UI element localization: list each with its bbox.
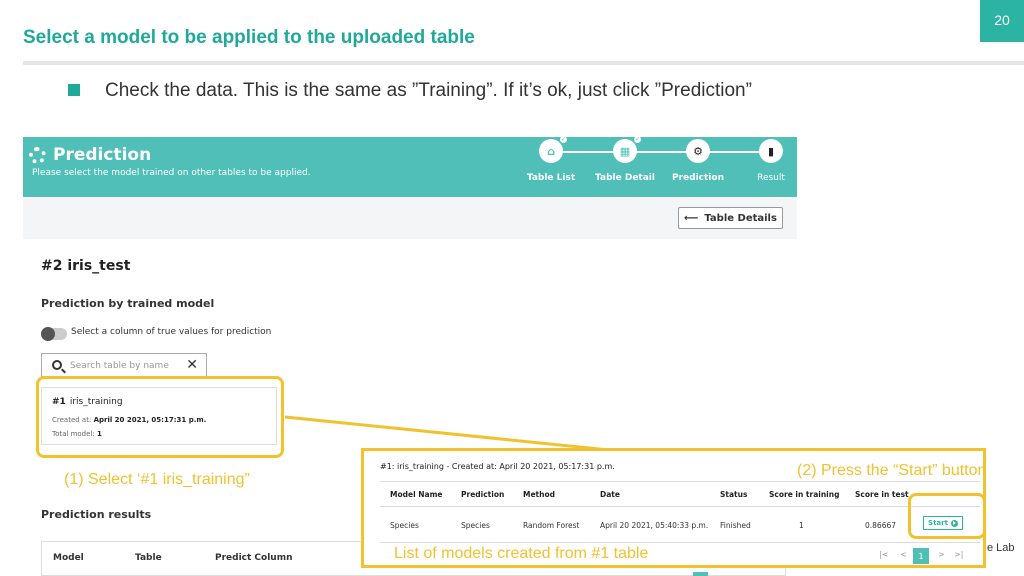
teal-fragment (693, 572, 708, 576)
home-icon: ⌂ (547, 144, 555, 158)
models-table: Model Name Prediction Method Date Status… (380, 481, 980, 543)
slide: Select a model to be applied to the uplo… (0, 0, 1024, 576)
annotation-list-label: List of models created from #1 table (394, 545, 649, 562)
table-cell: April 20 2021, 05:40:33 p.m. (600, 521, 709, 530)
table-cell: Random Forest (523, 521, 580, 530)
close-icon[interactable]: ✕ (186, 357, 198, 373)
step-label-prediction: Prediction (672, 173, 724, 183)
pager-prev-button[interactable]: < (900, 550, 907, 559)
step-result[interactable]: ▮ (759, 139, 783, 163)
brand-text-fragment: e Lab (987, 542, 1015, 554)
annotation-select-label: (1) Select ‘#1 iris_training” (64, 471, 250, 488)
table-cell: 1 (799, 521, 804, 530)
pager-next-button[interactable]: > (938, 550, 945, 559)
column-header: Score in test (855, 490, 909, 499)
slide-title: Select a model to be applied to the uplo… (23, 27, 475, 48)
bullet-text: Check the data. This is the same as ”Tra… (105, 80, 752, 101)
app-header: Prediction Please select the model train… (23, 137, 797, 197)
annotation-highlight-model-card (36, 376, 284, 458)
column-header: Predict Column (215, 553, 293, 563)
column-header: Prediction (461, 490, 505, 499)
step-table-list[interactable]: ⌂ ✓ (539, 137, 568, 163)
table-icon: ▦ (619, 144, 631, 158)
step-label-table-detail: Table Detail (595, 173, 655, 183)
bullet-square-icon (68, 84, 80, 96)
column-header: Model (53, 553, 84, 563)
column-header: Method (523, 490, 555, 499)
gear-icon: ⚙ (693, 144, 703, 158)
step-label-result: Result (757, 173, 785, 183)
title-divider (23, 61, 1024, 65)
gear-icon (29, 147, 46, 164)
annotation-highlight-start-button (908, 493, 986, 539)
table-details-button[interactable]: ⟵ Table Details (678, 207, 783, 229)
app-title: Prediction (53, 145, 152, 165)
column-header: Table (135, 553, 162, 563)
app-subtitle: Please select the model trained on other… (32, 168, 311, 178)
table-cell: Species (461, 521, 490, 530)
table-cell: Finished (720, 521, 751, 530)
table-cell: Species (390, 521, 419, 530)
row-divider (380, 506, 980, 507)
annotation-start-label: (2) Press the “Start” button (797, 462, 987, 479)
table-heading: #2 iris_test (41, 258, 131, 274)
toggle-label: Select a column of true values for predi… (71, 327, 272, 337)
prediction-by-model-label: Prediction by trained model (41, 297, 215, 310)
table-details-label: Table Details (704, 212, 777, 224)
pager-current-page[interactable]: 1 (913, 548, 929, 564)
check-icon: ✓ (559, 137, 568, 144)
step-table-detail[interactable]: ▦ ✓ (613, 137, 642, 163)
overlay-caption: #1: iris_training - Created at: April 20… (380, 462, 615, 471)
pager-first-button[interactable]: |< (879, 550, 888, 559)
step-prediction[interactable]: ⚙ (686, 139, 710, 163)
prediction-results-label: Prediction results (41, 508, 152, 521)
pager-last-button[interactable]: >| (954, 550, 963, 559)
column-header: Model Name (390, 490, 443, 499)
true-values-toggle[interactable] (41, 327, 67, 341)
check-icon: ✓ (633, 137, 642, 144)
column-header: Date (600, 490, 620, 499)
bar-chart-icon: ▮ (767, 144, 775, 158)
table-cell: 0.86667 (865, 521, 897, 530)
page-number: 20 (980, 0, 1024, 42)
column-header: Status (720, 490, 748, 499)
column-header: Score in training (769, 490, 840, 499)
search-placeholder: Search table by name (70, 361, 169, 371)
step-label-table-list: Table List (526, 173, 576, 183)
arrow-left-icon: ⟵ (684, 212, 699, 224)
search-icon (52, 360, 62, 370)
